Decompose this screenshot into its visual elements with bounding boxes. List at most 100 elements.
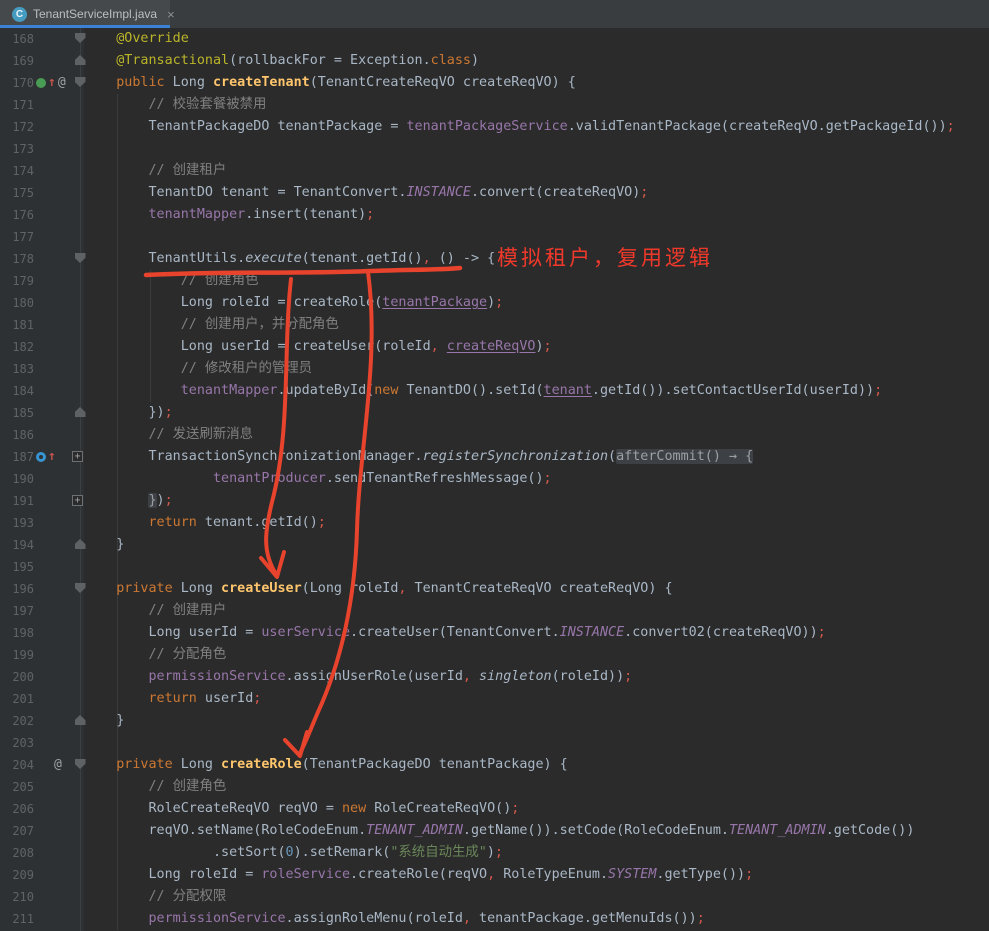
code-text: Long userId = createUser(roleId, createR…	[84, 336, 552, 358]
line-number: 191	[0, 490, 34, 512]
java-class-icon: C	[12, 7, 27, 22]
code-line[interactable]: 184 tenantMapper.updateById(new TenantDO(…	[0, 380, 989, 402]
code-line[interactable]: 193return tenant.getId();	[0, 512, 989, 534]
code-line[interactable]: 174// 创建租户	[0, 160, 989, 182]
line-number: 183	[0, 358, 34, 380]
code-line[interactable]: 183 // 修改租户的管理员	[0, 358, 989, 380]
code-text: tenantMapper.updateById(new TenantDO().s…	[84, 380, 882, 402]
code-text: private Long createUser(Long roleId, Ten…	[84, 578, 673, 600]
code-line[interactable]: 201 return userId;	[0, 688, 989, 710]
code-line[interactable]: 199// 分配角色	[0, 644, 989, 666]
code-line[interactable]: 211permissionService.assignRoleMenu(role…	[0, 908, 989, 930]
navigate-up-icon[interactable]: ↑	[48, 72, 56, 94]
annotation-icon[interactable]: @	[54, 754, 62, 776]
code-line[interactable]: 175 TenantDO tenant = TenantConvert.INSTA…	[0, 182, 989, 204]
code-text: private Long createRole(TenantPackageDO …	[84, 754, 568, 776]
code-line[interactable]: 187↑+TransactionSynchronizationManager.r…	[0, 446, 989, 468]
line-number: 186	[0, 424, 34, 446]
code-line[interactable]: 210 // 分配权限	[0, 886, 989, 908]
line-number: 193	[0, 512, 34, 534]
line-number: 171	[0, 94, 34, 116]
code-text: TenantDO tenant = TenantConvert.INSTANCE…	[84, 182, 648, 204]
code-line[interactable]: 196private Long createUser(Long roleId, …	[0, 578, 989, 600]
tab-tenantserviceimpl[interactable]: C TenantServiceImpl.java ×	[0, 0, 170, 28]
code-line[interactable]: 198 Long userId = userService.createUser(…	[0, 622, 989, 644]
code-line[interactable]: 169@Transactional(rollbackFor = Exceptio…	[0, 50, 989, 72]
code-text: Long roleId = roleService.createRole(req…	[84, 864, 753, 886]
override-marker-icon[interactable]	[36, 78, 46, 88]
code-text: Long userId = userService.createUser(Ten…	[84, 622, 826, 644]
line-number: 175	[0, 182, 34, 204]
code-text: .setSort(0).setRemark("系统自动生成");	[84, 842, 503, 864]
code-text: permissionService.assignUserRole(userId,…	[84, 666, 632, 688]
code-line[interactable]: 204@private Long createRole(TenantPackag…	[0, 754, 989, 776]
line-number: 178	[0, 248, 34, 270]
line-number: 210	[0, 886, 34, 908]
handwritten-note: 模拟租户，复用逻辑	[497, 246, 713, 271]
code-line[interactable]: 186// 发送刷新消息	[0, 424, 989, 446]
code-text: TransactionSynchronizationManager.regist…	[84, 446, 753, 468]
line-number: 179	[0, 270, 34, 292]
code-editor[interactable]: 168@Override169@Transactional(rollbackFo…	[0, 28, 989, 931]
code-text: return userId;	[84, 688, 261, 710]
code-line[interactable]: 176tenantMapper.insert(tenant);	[0, 204, 989, 226]
code-text: }	[84, 534, 124, 556]
code-line[interactable]: 202}	[0, 710, 989, 732]
code-line[interactable]: 200 permissionService.assignUserRole(user…	[0, 666, 989, 688]
code-line[interactable]: 173	[0, 138, 989, 160]
code-line[interactable]: 206RoleCreateReqVO reqVO = new RoleCreat…	[0, 798, 989, 820]
code-line[interactable]: 180Long roleId = createRole(tenantPackag…	[0, 292, 989, 314]
line-number: 209	[0, 864, 34, 886]
annotation-icon[interactable]: @	[58, 72, 66, 94]
code-line[interactable]: 177	[0, 226, 989, 248]
code-line[interactable]: 179// 创建角色	[0, 270, 989, 292]
code-line[interactable]: 209 Long roleId = roleService.createRole(…	[0, 864, 989, 886]
line-number: 172	[0, 116, 34, 138]
line-number: 202	[0, 710, 34, 732]
code-text: RoleCreateReqVO reqVO = new RoleCreateRe…	[84, 798, 519, 820]
line-number: 184	[0, 380, 34, 402]
code-line[interactable]: 207reqVO.setName(RoleCodeEnum.TENANT_ADM…	[0, 820, 989, 842]
code-line[interactable]: 185});	[0, 402, 989, 424]
code-line[interactable]: 181 // 创建用户，并分配角色	[0, 314, 989, 336]
code-line[interactable]: 197// 创建用户	[0, 600, 989, 622]
code-text: permissionService.assignRoleMenu(roleId,…	[84, 908, 705, 930]
code-line[interactable]: 203	[0, 732, 989, 754]
fold-marker-icon[interactable]: +	[72, 451, 83, 462]
code-line[interactable]: 172 TenantPackageDO tenantPackage = tenan…	[0, 116, 989, 138]
code-line[interactable]: 195	[0, 556, 989, 578]
code-text: TenantUtils.execute(tenant.getId(), () -…	[84, 248, 495, 270]
navigate-up-icon[interactable]: ↑	[48, 446, 56, 468]
code-text: // 创建用户，并分配角色	[84, 314, 339, 336]
code-text: TenantPackageDO tenantPackage = tenantPa…	[84, 116, 955, 138]
code-text: }	[84, 710, 124, 732]
implements-marker-icon[interactable]	[36, 452, 46, 462]
line-number: 195	[0, 556, 34, 578]
code-text: @Override	[84, 28, 189, 50]
code-text: // 分配权限	[84, 886, 226, 908]
line-number: 203	[0, 732, 34, 754]
code-text: Long roleId = createRole(tenantPackage);	[84, 292, 503, 314]
line-number: 201	[0, 688, 34, 710]
code-line[interactable]: 205// 创建角色	[0, 776, 989, 798]
close-tab-icon[interactable]: ×	[167, 7, 175, 22]
line-number: 205	[0, 776, 34, 798]
code-line[interactable]: 171// 校验套餐被禁用	[0, 94, 989, 116]
fold-marker-icon[interactable]: +	[72, 495, 83, 506]
line-number: 198	[0, 622, 34, 644]
line-number: 194	[0, 534, 34, 556]
line-number: 177	[0, 226, 34, 248]
code-text: // 修改租户的管理员	[84, 358, 312, 380]
code-line[interactable]: 182 Long userId = createUser(roleId, crea…	[0, 336, 989, 358]
code-line[interactable]: 178 TenantUtils.execute(tenant.getId(), (…	[0, 248, 989, 270]
code-line[interactable]: 208.setSort(0).setRemark("系统自动生成");	[0, 842, 989, 864]
code-line[interactable]: 168@Override	[0, 28, 989, 50]
code-line[interactable]: 190tenantProducer.sendTenantRefreshMessa…	[0, 468, 989, 490]
line-number: 200	[0, 666, 34, 688]
code-line[interactable]: 191+});	[0, 490, 989, 512]
line-number: 182	[0, 336, 34, 358]
code-line[interactable]: 170↑@public Long createTenant(TenantCrea…	[0, 72, 989, 94]
code-line[interactable]: 194}	[0, 534, 989, 556]
line-number: 181	[0, 314, 34, 336]
gutter-icons: @	[36, 754, 62, 776]
